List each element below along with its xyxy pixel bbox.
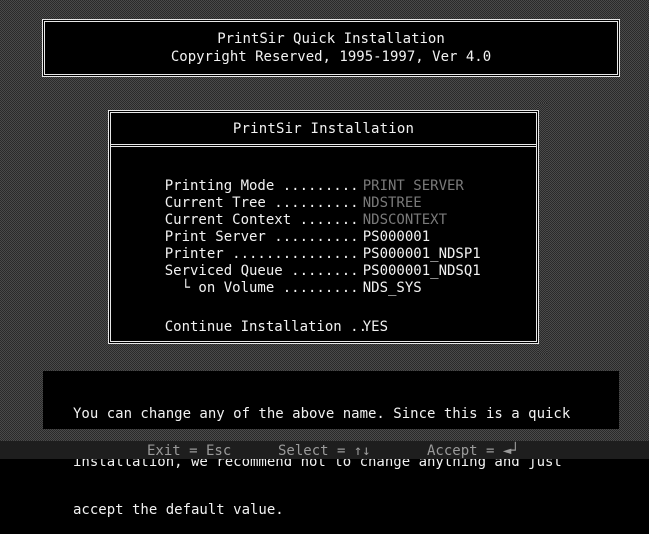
copyright-text: Copyright Reserved, 1995-1997, Ver 4.0 [170,49,492,65]
select-hint: Select = ↑↓ [278,443,371,459]
exit-hint[interactable]: Exit = Esc [147,441,231,461]
help-message-line: accept the default value. [73,502,284,518]
installation-dialog: PrintSir Installation Printing Mode ....… [108,110,539,344]
continue-installation-label: Continue Installation .. [164,319,368,335]
header-box: PrintSir Quick Installation Copyright Re… [42,19,620,77]
accept-hint[interactable]: Accept = ◄┘ [427,441,520,461]
status-bar: Exit = Esc Select = ↑↓ Accept = ◄┘ [0,441,649,459]
help-message: You can change any of the above name. Si… [43,371,619,518]
dialog-shadow [538,103,547,354]
on-volume-value[interactable]: NDS_SYS [363,280,422,296]
dialog-title: PrintSir Installation [111,113,536,147]
row-continue-installation[interactable]: Continue Installation ..YES [131,302,388,353]
help-message-line: You can change any of the above name. Si… [73,406,571,422]
app-title: PrintSir Quick Installation [217,31,445,47]
continue-installation-value[interactable]: YES [363,319,388,335]
on-volume-label: └ on Volume ......... [164,280,359,296]
